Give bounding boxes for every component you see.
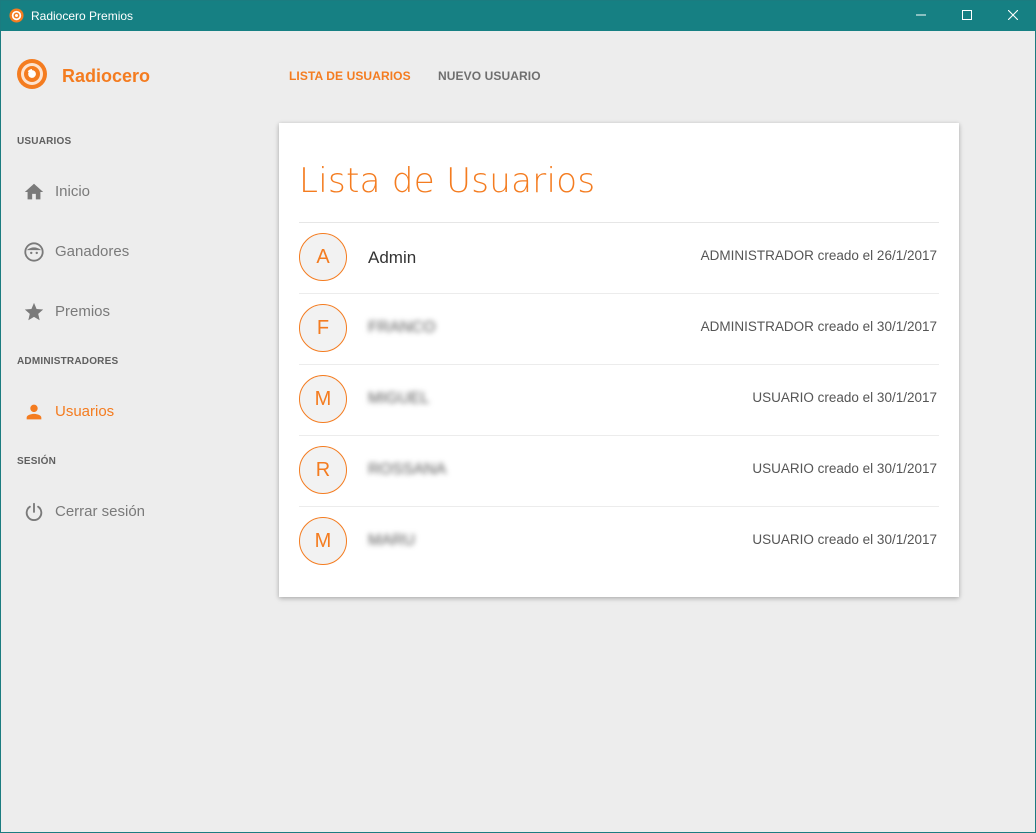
section-title-sesion: SESIÓN xyxy=(17,456,56,467)
brand-name: Radiocero xyxy=(62,65,151,86)
list-item[interactable]: M MIGUEL USUARIO creado el 30/1/2017 xyxy=(299,365,939,436)
avatar: M xyxy=(299,517,347,565)
sidebar-item-label: Premios xyxy=(55,302,111,320)
sidebar-item-label: Cerrar sesión xyxy=(55,502,146,520)
title-bar[interactable]: Radiocero Premios xyxy=(1,1,1035,31)
power-icon xyxy=(23,501,45,523)
user-name: ROSSANA xyxy=(368,461,447,478)
tab-nuevo-usuario[interactable]: NUEVO USUARIO xyxy=(438,69,541,83)
face-icon xyxy=(23,241,45,263)
person-icon xyxy=(23,401,45,423)
avatar: M xyxy=(299,375,347,423)
tab-lista-de-usuarios[interactable]: LISTA DE USUARIOS xyxy=(289,69,411,83)
avatar: R xyxy=(299,446,347,494)
sidebar-item-label: Usuarios xyxy=(55,402,115,420)
list-item[interactable]: F FRANCO ADMINISTRADOR creado el 30/1/20… xyxy=(299,294,939,365)
sidebar-item-label: Inicio xyxy=(55,182,91,200)
avatar: A xyxy=(299,233,347,281)
minimize-button[interactable] xyxy=(898,1,944,31)
page-title: Lista de Usuarios xyxy=(299,161,596,201)
user-name: MIGUEL xyxy=(368,390,430,407)
user-name: Admin xyxy=(368,248,417,267)
avatar: F xyxy=(299,304,347,352)
sidebar-item-cerrar-sesion[interactable]: Cerrar sesión xyxy=(1,491,261,531)
user-name: MARU xyxy=(368,532,416,549)
sidebar-item-label: Ganadores xyxy=(55,242,130,260)
close-button[interactable] xyxy=(990,1,1036,31)
list-item[interactable]: R ROSSANA USUARIO creado el 30/1/2017 xyxy=(299,436,939,507)
list-item[interactable]: M MARU USUARIO creado el 30/1/2017 xyxy=(299,507,939,578)
user-name: FRANCO xyxy=(368,319,436,336)
section-title-administradores: ADMINISTRADORES xyxy=(17,356,119,367)
user-role-created: USUARIO creado el 30/1/2017 xyxy=(752,532,937,547)
star-icon xyxy=(23,301,45,323)
brand[interactable]: Radiocero xyxy=(16,58,151,95)
window-title: Radiocero Premios xyxy=(31,9,134,23)
user-role-created: ADMINISTRADOR creado el 26/1/2017 xyxy=(700,248,937,263)
radiocero-logo-icon xyxy=(9,8,24,23)
sidebar-item-ganadores[interactable]: Ganadores xyxy=(1,231,261,271)
maximize-icon xyxy=(962,7,972,25)
app-window: Radiocero Premios Radiocero USUARIOS Ini… xyxy=(0,0,1036,833)
sidebar: Radiocero USUARIOS Inicio Ganadores Prem… xyxy=(1,31,261,832)
sidebar-item-inicio[interactable]: Inicio xyxy=(1,171,261,211)
minimize-icon xyxy=(916,7,926,25)
sidebar-item-premios[interactable]: Premios xyxy=(1,291,261,331)
sidebar-item-usuarios[interactable]: Usuarios xyxy=(1,391,261,431)
home-icon xyxy=(23,181,45,203)
radiocero-logo-icon xyxy=(16,58,48,95)
users-card: Lista de Usuarios A Admin ADMINISTRADOR … xyxy=(279,123,959,597)
section-title-usuarios: USUARIOS xyxy=(17,136,72,147)
close-icon xyxy=(1007,7,1019,25)
user-role-created: USUARIO creado el 30/1/2017 xyxy=(752,390,937,405)
list-item[interactable]: A Admin ADMINISTRADOR creado el 26/1/201… xyxy=(299,223,939,294)
maximize-button[interactable] xyxy=(944,1,990,31)
user-role-created: USUARIO creado el 30/1/2017 xyxy=(752,461,937,476)
user-role-created: ADMINISTRADOR creado el 30/1/2017 xyxy=(700,319,937,334)
